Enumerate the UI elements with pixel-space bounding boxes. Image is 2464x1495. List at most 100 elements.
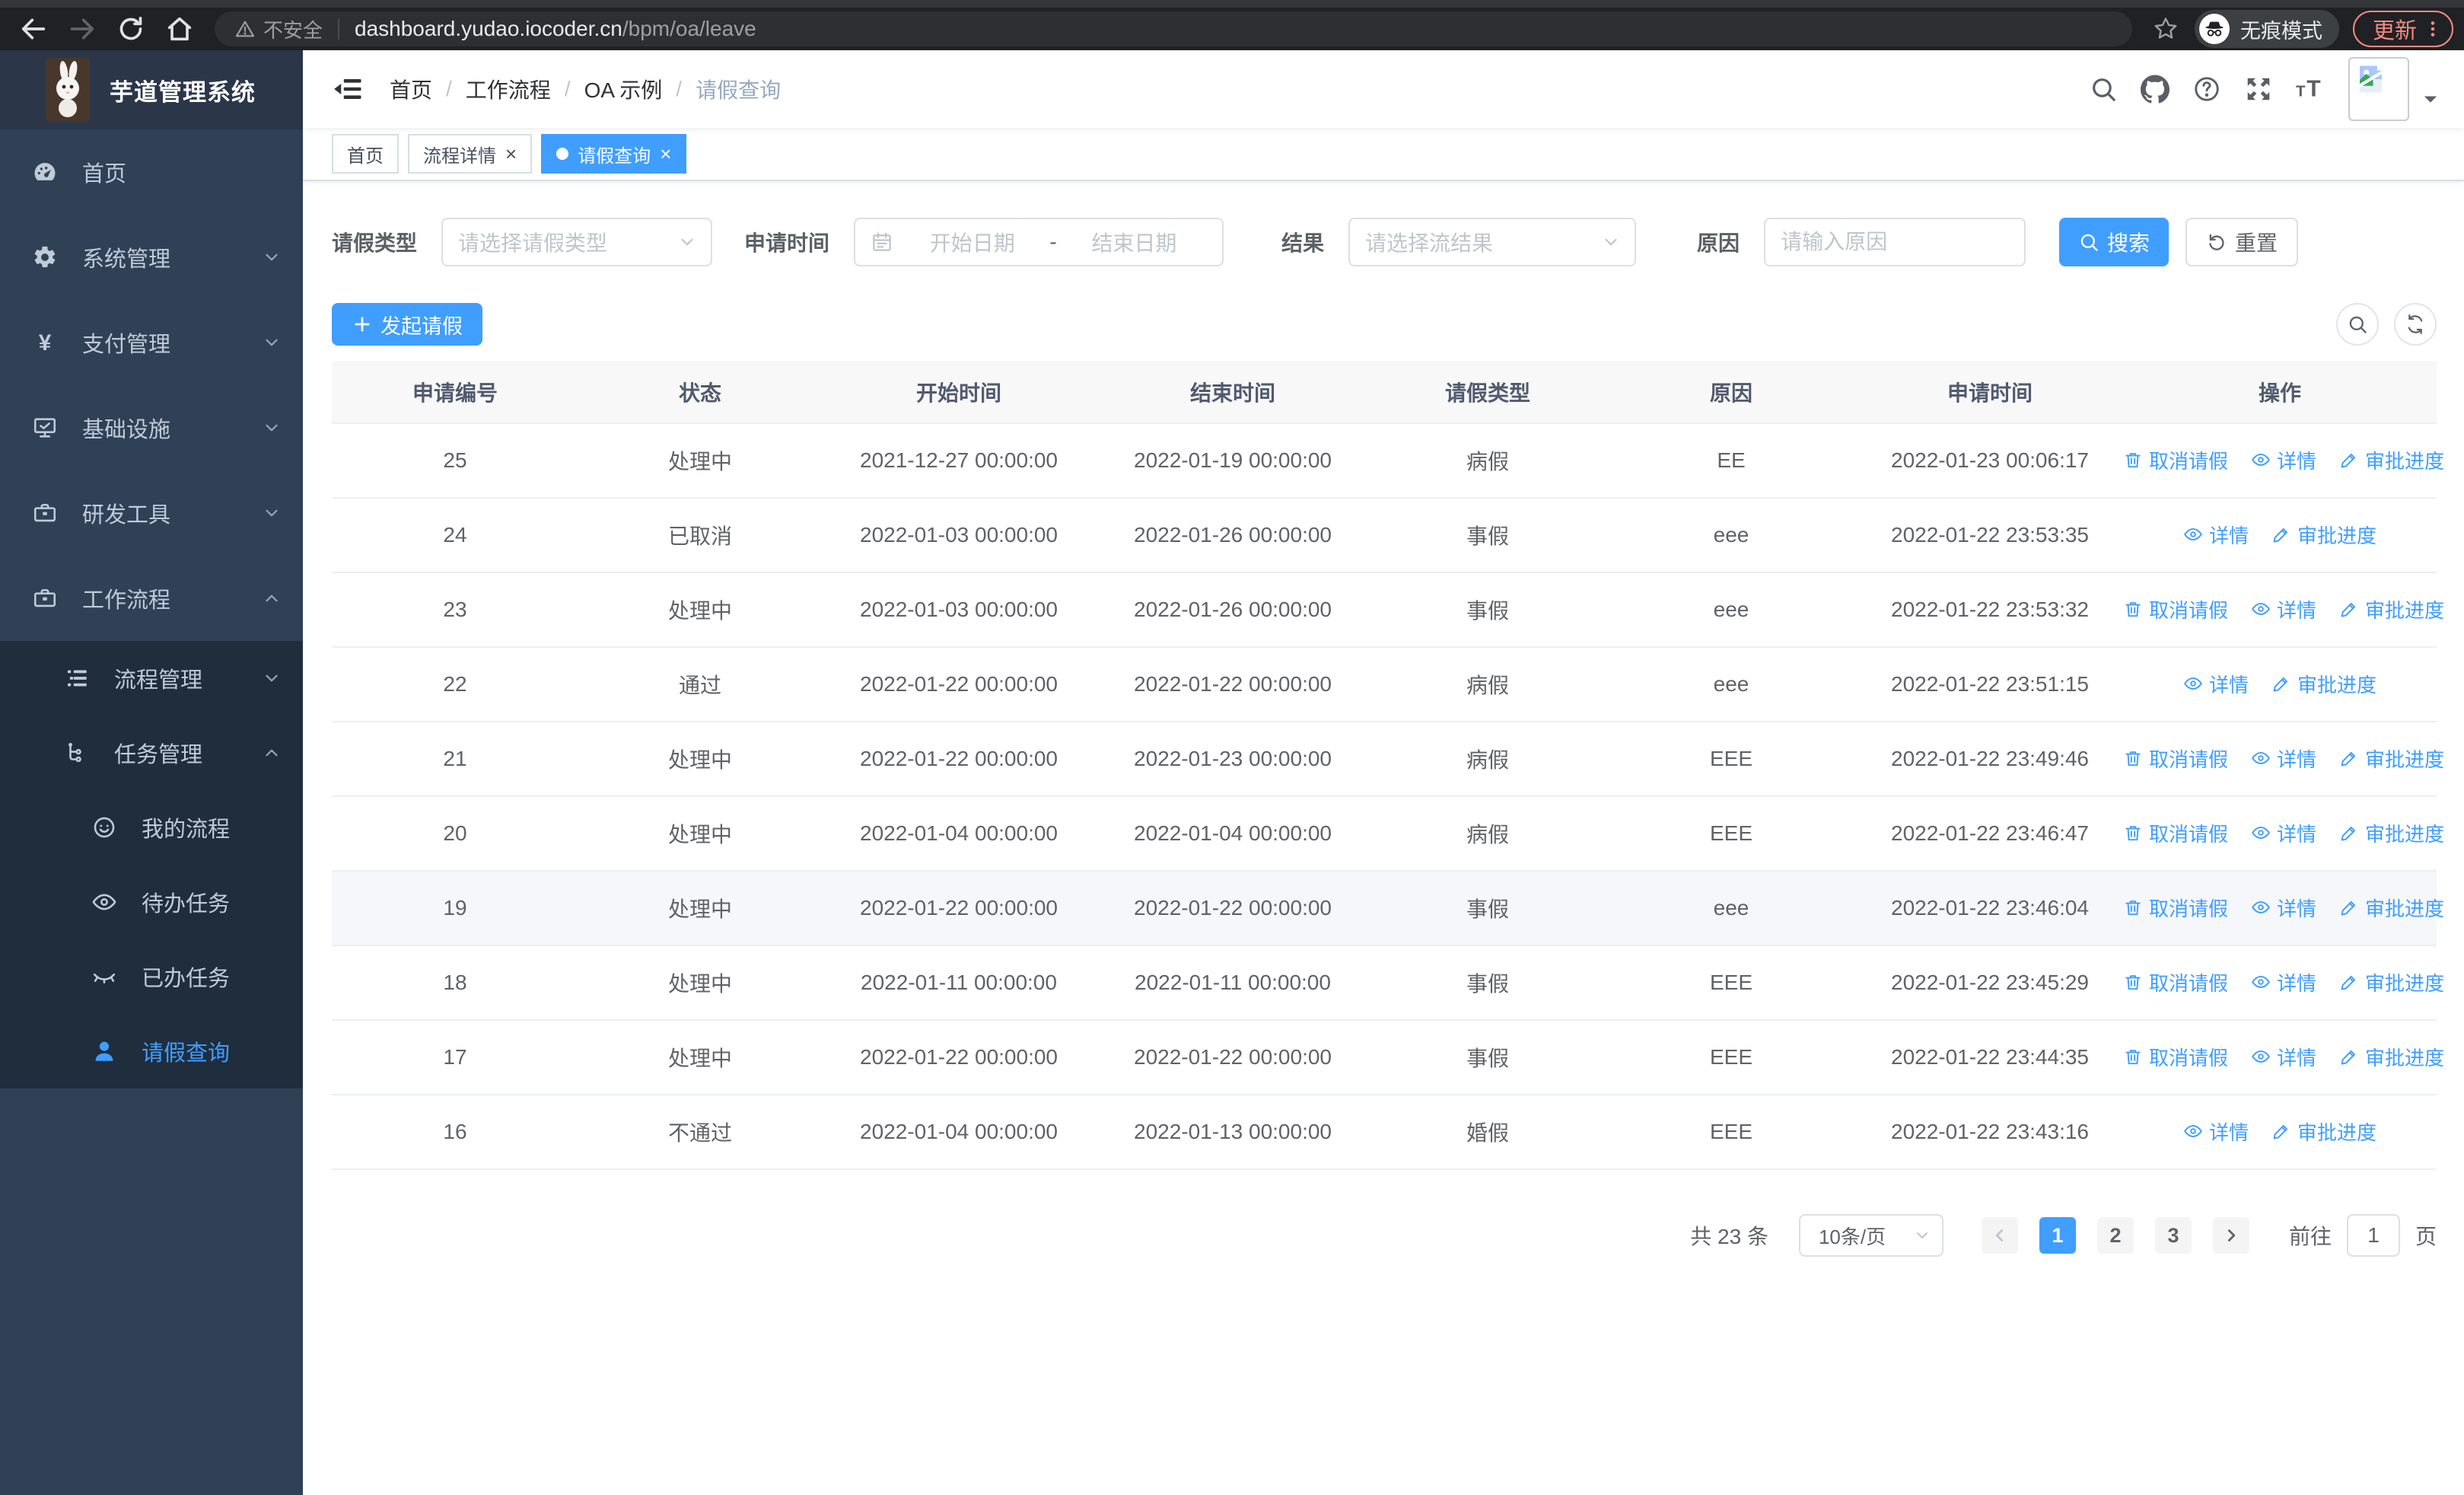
- cell-start: 2022-01-04 00:00:00: [822, 796, 1096, 872]
- cell-id: 24: [332, 498, 578, 573]
- cell-status: 通过: [578, 647, 822, 722]
- browser-menu-icon[interactable]: [2423, 19, 2443, 39]
- tab-0[interactable]: 首页: [332, 134, 399, 174]
- goto-page-input[interactable]: [2346, 1214, 2400, 1257]
- sidebar-item-home[interactable]: 首页: [0, 129, 303, 215]
- action-detail[interactable]: 详情: [2251, 968, 2316, 996]
- refresh-table-button[interactable]: [2394, 303, 2437, 346]
- font-size-icon[interactable]: TT: [2284, 63, 2336, 115]
- tab-1[interactable]: 流程详情 ×: [408, 134, 533, 174]
- end-date-placeholder[interactable]: 结束日期: [1060, 227, 1208, 257]
- next-page-button[interactable]: [2212, 1217, 2249, 1254]
- start-date-placeholder[interactable]: 开始日期: [898, 227, 1046, 257]
- page-size-select[interactable]: 10条/页: [1798, 1214, 1944, 1257]
- action-cancel[interactable]: 取消请假: [2123, 894, 2228, 922]
- tab-2[interactable]: 请假查询 ×: [541, 134, 687, 174]
- action-cancel[interactable]: 取消请假: [2123, 819, 2228, 847]
- reload-icon[interactable]: [116, 14, 146, 44]
- pen-icon: [2339, 450, 2359, 470]
- chevron-up-icon: [262, 743, 282, 763]
- avatar[interactable]: [2348, 57, 2409, 121]
- bookmark-star-icon[interactable]: [2152, 15, 2179, 43]
- create-leave-button[interactable]: 发起请假: [332, 303, 482, 346]
- action-progress[interactable]: 审批进度: [2339, 894, 2444, 922]
- leave-table: 申请编号 状态 开始时间 结束时间 请假类型 原因 申请时间 操作 25 处理中 2021-12-…: [332, 361, 2444, 1170]
- sidebar-collapse-icon[interactable]: [332, 73, 364, 105]
- action-detail[interactable]: 详情: [2251, 446, 2316, 474]
- sidebar-item-todo-task[interactable]: 待办任务: [0, 865, 303, 939]
- action-progress[interactable]: 审批进度: [2271, 670, 2376, 698]
- sidebar-item-process-mgmt[interactable]: 流程管理: [0, 641, 303, 716]
- action-detail[interactable]: 详情: [2183, 670, 2249, 698]
- sidebar-item-payment[interactable]: ¥ 支付管理: [0, 300, 303, 385]
- page-button-3[interactable]: 3: [2154, 1217, 2192, 1254]
- action-progress[interactable]: 审批进度: [2271, 1117, 2376, 1146]
- eye-icon: [2251, 972, 2271, 992]
- page-button-2[interactable]: 2: [2096, 1217, 2134, 1254]
- github-icon[interactable]: [2129, 63, 2181, 115]
- leave-type-select[interactable]: 请选择请假类型: [441, 218, 713, 266]
- back-icon[interactable]: [18, 14, 49, 44]
- reset-button[interactable]: 重置: [2185, 218, 2299, 266]
- header-search-icon[interactable]: [2077, 63, 2129, 115]
- update-button[interactable]: 更新: [2352, 11, 2453, 47]
- action-detail[interactable]: 详情: [2251, 894, 2316, 922]
- action-progress[interactable]: 审批进度: [2271, 521, 2376, 549]
- prev-page-button[interactable]: [1981, 1217, 2018, 1254]
- sidebar-item-system[interactable]: 系统管理: [0, 215, 303, 300]
- action-cancel[interactable]: 取消请假: [2123, 968, 2228, 996]
- action-cancel[interactable]: 取消请假: [2123, 595, 2228, 623]
- help-icon[interactable]: [2181, 63, 2233, 115]
- eye-icon: [2251, 897, 2271, 917]
- chevron-down-icon[interactable]: [2420, 88, 2441, 110]
- action-cancel[interactable]: 取消请假: [2123, 744, 2228, 773]
- home-icon[interactable]: [164, 14, 195, 44]
- result-select[interactable]: 请选择流结果: [1348, 218, 1637, 266]
- action-detail[interactable]: 详情: [2251, 1043, 2316, 1071]
- app-logo[interactable]: 芋道管理系统: [0, 50, 303, 129]
- pen-icon: [2339, 972, 2359, 992]
- action-detail[interactable]: 详情: [2183, 521, 2249, 549]
- sidebar-item-infra[interactable]: 基础设施: [0, 385, 303, 470]
- action-progress[interactable]: 审批进度: [2339, 968, 2444, 996]
- date-range-picker[interactable]: 开始日期 - 结束日期: [854, 218, 1224, 266]
- breadcrumb-item[interactable]: OA 示例: [584, 74, 663, 104]
- cell-reason: eee: [1606, 871, 1857, 946]
- reason-input[interactable]: [1781, 230, 2011, 254]
- toggle-search-button[interactable]: [2336, 303, 2379, 346]
- cell-id: 16: [332, 1095, 578, 1170]
- sidebar-item-my-process[interactable]: 我的流程: [0, 790, 303, 865]
- action-progress[interactable]: 审批进度: [2339, 819, 2444, 847]
- sidebar-item-task-mgmt[interactable]: 任务管理: [0, 716, 303, 790]
- action-progress[interactable]: 审批进度: [2339, 744, 2444, 773]
- action-detail[interactable]: 详情: [2183, 1117, 2249, 1146]
- page-content: 请假类型 请选择请假类型 申请时间 开始日期 - 结束日期 结果 请选择流结果: [303, 181, 2464, 1257]
- url-bar[interactable]: 不安全 dashboard.yudao.iocoder.cn/bpm/oa/le…: [215, 11, 2132, 46]
- sidebar-item-done-task[interactable]: 已办任务: [0, 939, 303, 1014]
- action-detail[interactable]: 详情: [2251, 819, 2316, 847]
- search-button[interactable]: 搜索: [2059, 218, 2170, 266]
- cell-applied: 2022-01-22 23:53:35: [1857, 498, 2123, 573]
- close-icon[interactable]: ×: [505, 144, 517, 164]
- fullscreen-icon[interactable]: [2233, 63, 2284, 115]
- sidebar-item-workflow[interactable]: 工作流程: [0, 556, 303, 641]
- action-progress[interactable]: 审批进度: [2339, 595, 2444, 623]
- security-chip[interactable]: 不安全: [234, 15, 323, 43]
- page-button-1[interactable]: 1: [2039, 1217, 2076, 1254]
- cell-actions: 详情 审批进度: [2123, 647, 2437, 722]
- action-cancel[interactable]: 取消请假: [2123, 446, 2228, 474]
- table-row: 22 通过 2022-01-22 00:00:00 2022-01-22 00:00:…: [332, 647, 2437, 722]
- breadcrumb-item[interactable]: 首页: [390, 74, 432, 104]
- sidebar-item-devtools[interactable]: 研发工具: [0, 470, 303, 556]
- window-titlebar: [0, 0, 2464, 8]
- breadcrumb-item[interactable]: 工作流程: [466, 74, 551, 104]
- sidebar-item-leave-query[interactable]: 请假查询: [0, 1014, 303, 1089]
- action-detail[interactable]: 详情: [2251, 744, 2316, 773]
- forward-icon[interactable]: [67, 14, 97, 44]
- close-icon[interactable]: ×: [660, 144, 671, 164]
- eye-closed-icon: [91, 964, 117, 990]
- action-progress[interactable]: 审批进度: [2339, 446, 2444, 474]
- action-detail[interactable]: 详情: [2251, 595, 2316, 623]
- action-cancel[interactable]: 取消请假: [2123, 1043, 2228, 1071]
- action-progress[interactable]: 审批进度: [2339, 1043, 2444, 1071]
